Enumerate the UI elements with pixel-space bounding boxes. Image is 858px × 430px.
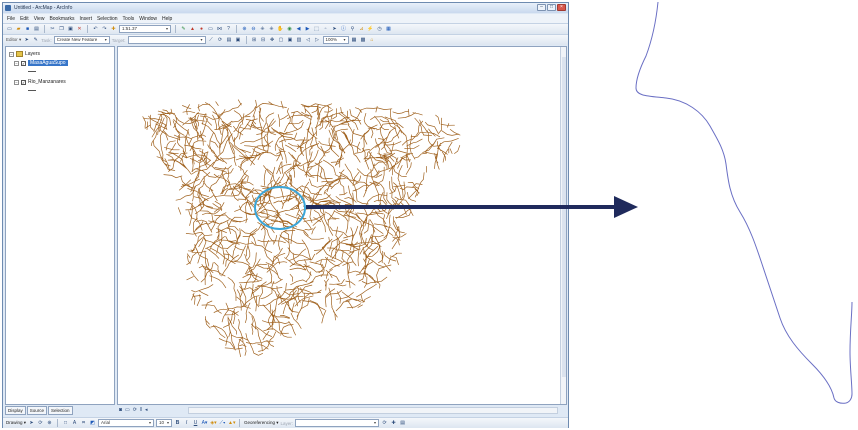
highlight-circle	[254, 186, 306, 230]
detail-river-line	[635, 1, 853, 404]
annotation-overlay	[254, 1, 853, 404]
callout-arrow-head	[614, 196, 638, 218]
